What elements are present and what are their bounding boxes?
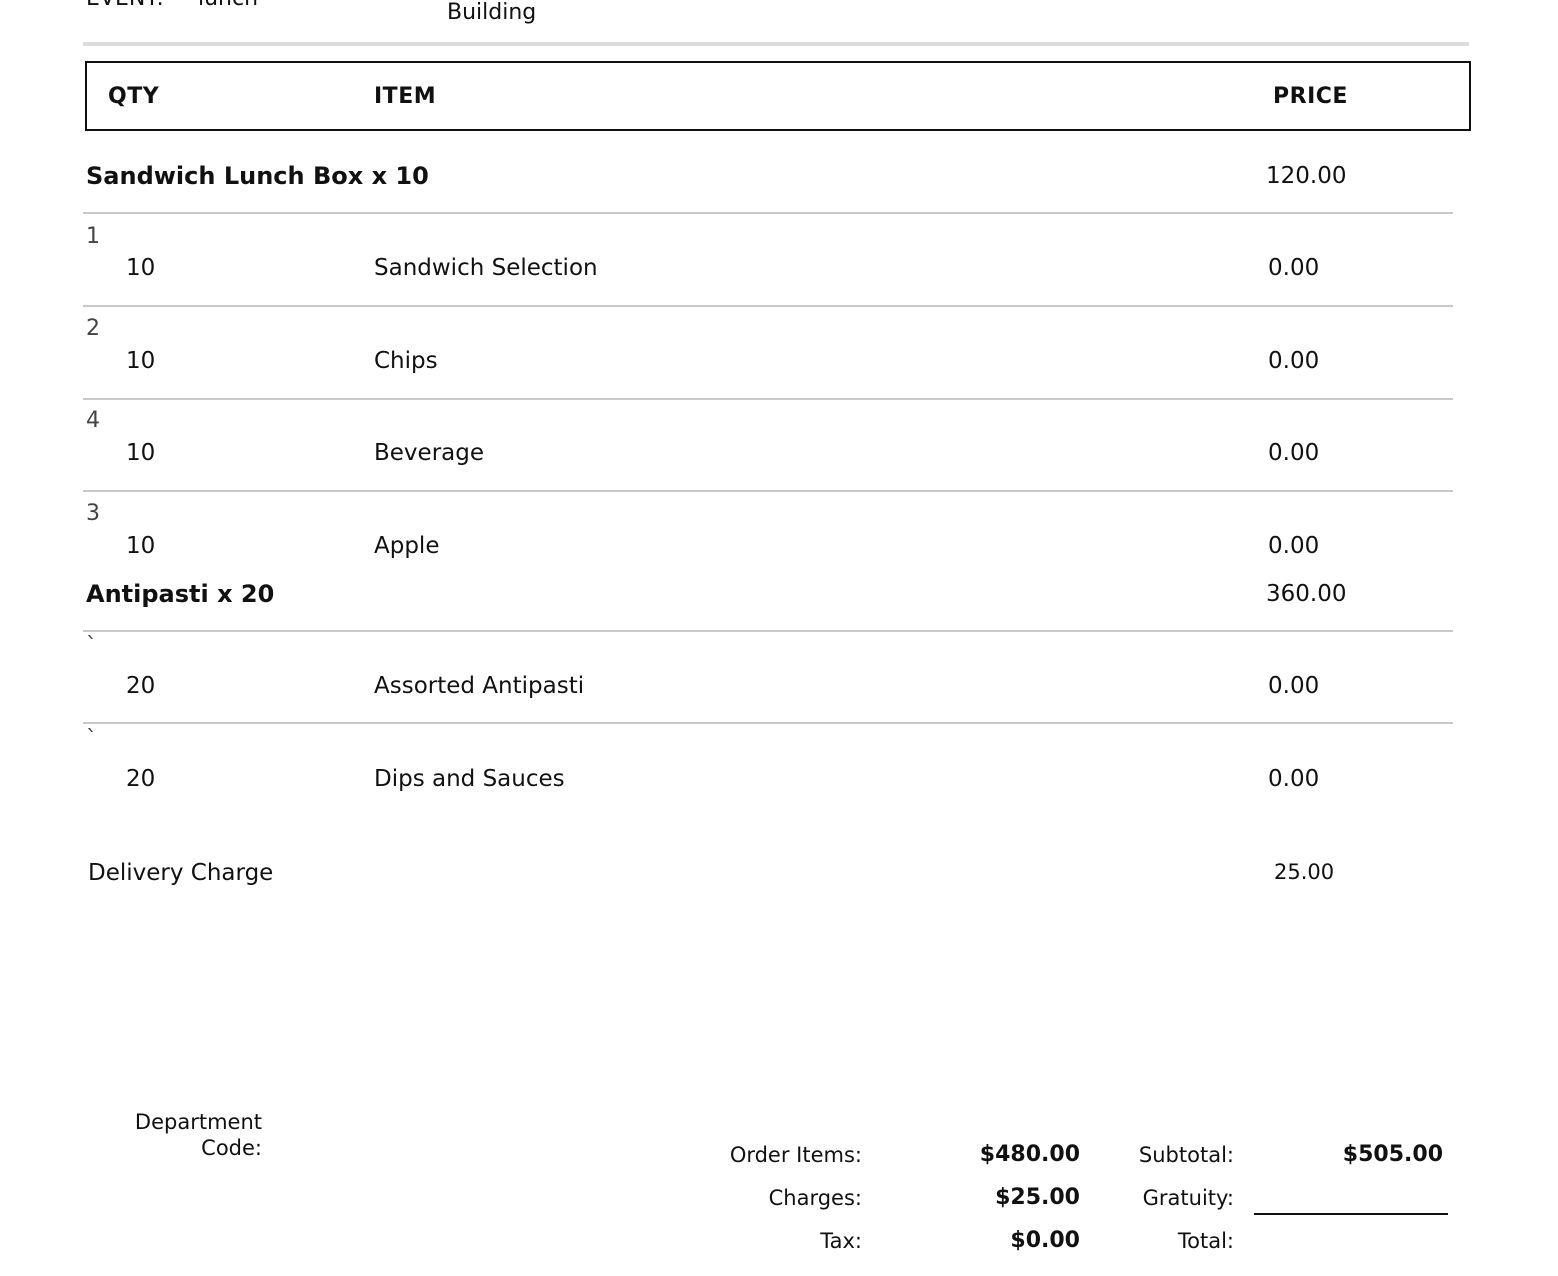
column-header-qty: QTY xyxy=(108,84,160,109)
order-items-value: $480.00 xyxy=(979,1142,1080,1167)
line-sequence: 4 xyxy=(86,408,100,433)
delivery-charge-label: Delivery Charge xyxy=(88,860,274,886)
event-value: lunch xyxy=(198,0,258,11)
gratuity-line xyxy=(1254,1213,1448,1215)
package-price: 360.00 xyxy=(1266,581,1347,607)
line-sequence: 2 xyxy=(86,316,100,341)
event-label: EVENT: xyxy=(86,0,164,11)
row-divider xyxy=(83,212,1453,214)
line-price: 0.00 xyxy=(1268,533,1320,559)
department-code-label: Department Code: xyxy=(134,1110,262,1160)
line-sequence: 3 xyxy=(86,501,100,526)
line-sequence: ` xyxy=(86,727,97,752)
line-item: Apple xyxy=(374,533,440,559)
package-price: 120.00 xyxy=(1266,163,1347,189)
line-qty: 20 xyxy=(126,673,156,699)
line-price: 0.00 xyxy=(1268,255,1320,281)
line-sequence: ` xyxy=(86,634,97,659)
line-item: Assorted Antipasti xyxy=(374,673,585,699)
gratuity-label: Gratuity: xyxy=(1142,1186,1234,1210)
row-divider xyxy=(83,722,1453,724)
line-sequence: 1 xyxy=(86,224,100,249)
order-items-label: Order Items: xyxy=(729,1143,862,1167)
tax-label: Tax: xyxy=(820,1229,862,1253)
line-qty: 10 xyxy=(126,533,156,559)
row-divider xyxy=(83,630,1453,632)
charges-label: Charges: xyxy=(768,1186,862,1210)
charges-value: $25.00 xyxy=(995,1185,1080,1210)
line-price: 0.00 xyxy=(1268,440,1320,466)
column-header-box xyxy=(85,61,1471,131)
row-divider xyxy=(83,490,1453,492)
row-divider xyxy=(83,305,1453,307)
line-item: Beverage xyxy=(374,440,484,466)
line-qty: 10 xyxy=(126,348,156,374)
line-qty: 10 xyxy=(126,255,156,281)
column-header-price: PRICE xyxy=(1273,84,1348,109)
tax-value: $0.00 xyxy=(1010,1228,1080,1253)
line-price: 0.00 xyxy=(1268,673,1320,699)
line-qty: 20 xyxy=(126,766,156,792)
delivery-charge-price: 25.00 xyxy=(1274,860,1335,884)
row-divider xyxy=(83,398,1453,400)
location-value: Building xyxy=(447,0,537,25)
column-header-item: ITEM xyxy=(374,84,437,109)
line-qty: 10 xyxy=(126,440,156,466)
line-item: Chips xyxy=(374,348,438,374)
line-price: 0.00 xyxy=(1268,348,1320,374)
subtotal-value: $505.00 xyxy=(1342,1142,1443,1167)
package-name: Antipasti x 20 xyxy=(86,580,275,608)
line-item: Sandwich Selection xyxy=(374,255,598,281)
line-price: 0.00 xyxy=(1268,766,1320,792)
package-name: Sandwich Lunch Box x 10 xyxy=(86,162,429,190)
subtotal-label: Subtotal: xyxy=(1138,1143,1234,1167)
top-divider xyxy=(83,42,1469,46)
total-label: Total: xyxy=(1177,1229,1234,1253)
line-item: Dips and Sauces xyxy=(374,766,565,792)
